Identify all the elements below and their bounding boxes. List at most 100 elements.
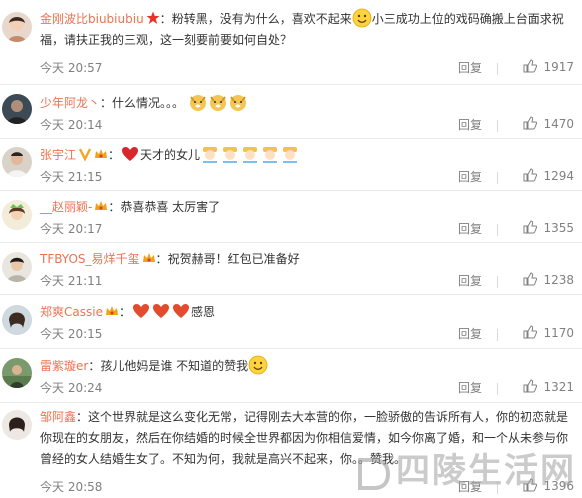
like-count: 1238 [543,273,574,287]
divider [497,224,498,236]
row-divider [0,348,582,349]
thumb-up-icon [523,220,538,234]
comment-item: __赵丽颖- ：恭喜恭喜 太厉害了 今天 20:17 回复 1355 [0,196,582,242]
avatar[interactable] [2,147,32,177]
thumb-up-icon [523,379,538,393]
comment-time: 今天 21:11 [40,274,103,288]
crown-badge-icon [95,201,108,210]
username[interactable]: 张宇江 [40,148,76,162]
reply-button[interactable]: 回复 [458,220,482,237]
comment-item: 郑爽Cassie ： 感恩 今天 20:15 回复 1170 [0,301,582,349]
comment-time: 今天 20:14 [40,118,103,132]
like-count: 1470 [543,117,574,131]
divider [497,383,498,395]
colon: ： [159,12,172,26]
thumb-up-icon [523,59,538,73]
baby-emoji-icon [283,147,298,163]
like-count: 1321 [543,380,574,394]
comment-text: 粉转黑，没有为什么，喜欢不起来 [171,12,352,26]
crown-badge-icon [142,253,155,262]
comment-text: 天才的女儿 [140,148,201,162]
comment-body: 少年阿龙丶：什么情况。。。 [40,92,574,114]
colon: ： [118,305,131,319]
baby-emoji-icon [243,147,258,163]
comment-body: 张宇江 ： 天才的女儿 [40,145,574,166]
divider [497,329,498,341]
like-count: 1355 [543,221,574,235]
divider [497,120,498,132]
colon: ： [88,359,101,373]
comment-time: 今天 20:17 [40,222,103,236]
star-badge-icon [146,11,160,24]
reply-button[interactable]: 回复 [458,168,482,185]
row-divider [0,138,582,139]
like-button[interactable]: 1294 [523,168,574,183]
doge-emoji-icon [229,95,246,111]
heart-icon [132,304,149,318]
username[interactable]: 邹阿鑫 [40,410,76,424]
divider [497,63,498,75]
avatar[interactable] [2,200,32,230]
heart-icon [122,147,139,161]
verified-v-icon [78,148,92,161]
like-button[interactable]: 1170 [523,325,574,340]
like-button[interactable]: 1238 [523,272,574,287]
comment-time: 今天 20:24 [40,381,103,395]
thumb-up-icon [523,116,538,130]
like-button[interactable]: 1470 [523,116,574,131]
comment-body: __赵丽颖- ：恭喜恭喜 太厉害了 [40,197,574,218]
like-count: 1294 [543,169,574,183]
comment-item: 金刚波比biubiubiu ：粉转黑，没有为什么，喜欢不起来 小三成功上位的戏码确搬… [0,8,582,88]
row-divider [0,402,582,403]
avatar[interactable] [2,410,32,440]
avatar[interactable] [2,252,32,282]
comment-body: 雷紫璇er：孩儿他妈是谁 不知道的赞我 [40,355,574,377]
watermark-logo-icon [358,458,391,490]
thumb-up-icon [523,168,538,182]
row-divider [0,84,582,85]
avatar[interactable] [2,12,32,42]
reply-button[interactable]: 回复 [458,116,482,133]
colon: ： [100,96,113,110]
reply-button[interactable]: 回复 [458,325,482,342]
comment-item: 雷紫璇er：孩儿他妈是谁 不知道的赞我 今天 20:24 回复 1321 [0,354,582,402]
smile-emoji-icon [248,355,268,375]
row-divider [0,294,582,295]
comment-time: 今天 20:58 [40,480,103,494]
heart-icon [172,304,189,318]
comment-text: 感恩 [190,305,215,319]
colon: ： [108,148,121,162]
username[interactable]: TFBYOS_易烊千玺 [40,252,140,266]
divider [497,172,498,184]
avatar[interactable] [2,94,32,124]
colon: ： [108,200,121,214]
like-button[interactable]: 1321 [523,379,574,394]
avatar[interactable] [2,358,32,388]
username[interactable]: __赵丽颖- [40,200,92,214]
comment-item: TFBYOS_易烊千玺 ：祝贺赫哥！红包已准备好 今天 21:11 回复 1238 [0,248,582,296]
username[interactable]: 雷紫璇er [40,359,88,373]
crown-badge-icon [95,149,108,158]
like-button[interactable]: 1355 [523,220,574,235]
reply-button[interactable]: 回复 [458,272,482,289]
thumb-up-icon [523,325,538,339]
doge-emoji-icon [209,95,226,111]
username[interactable]: 郑爽Cassie [40,305,103,319]
watermark: 四陵生活网 [396,451,576,491]
row-divider [0,242,582,243]
baby-emoji-icon [203,147,218,163]
reply-button[interactable]: 回复 [458,59,482,76]
like-count: 1917 [543,60,574,74]
divider [497,276,498,288]
like-button[interactable]: 1917 [523,59,574,74]
username[interactable]: 金刚波比biubiubiu [40,12,144,26]
reply-button[interactable]: 回复 [458,379,482,396]
username[interactable]: 少年阿龙丶 [40,96,100,110]
baby-emoji-icon [223,147,238,163]
heart-icon [152,304,169,318]
avatar[interactable] [2,305,32,335]
thumb-up-icon [523,272,538,286]
comment-text: 祝贺赫哥！红包已准备好 [167,252,300,266]
comment-body: 金刚波比biubiubiu ：粉转黑，没有为什么，喜欢不起来 小三成功上位的戏码确搬… [40,8,574,51]
crown-badge-icon [105,306,118,315]
